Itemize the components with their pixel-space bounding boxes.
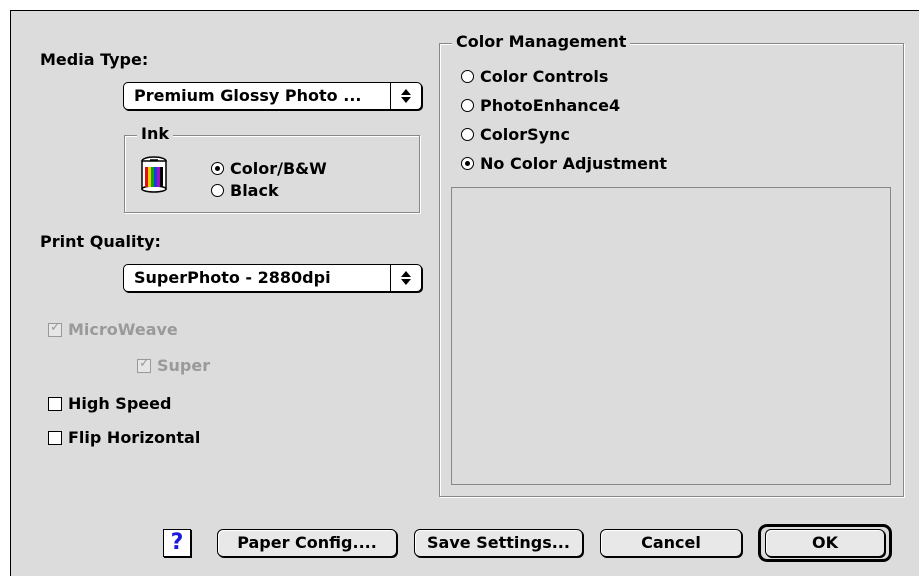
save-settings-button[interactable]: Save Settings...	[414, 529, 583, 557]
help-button[interactable]: ?	[163, 529, 191, 557]
print-quality-popup[interactable]: SuperPhoto - 2880dpi	[123, 264, 422, 292]
microweave-label: MicroWeave	[68, 320, 178, 339]
checkbox-unchecked-icon	[48, 431, 62, 445]
radio-unselected-icon	[461, 99, 474, 112]
popup-arrows-icon	[390, 265, 421, 291]
media-type-value: Premium Glossy Photo ...	[134, 86, 362, 105]
colorsync-label: ColorSync	[480, 125, 570, 144]
radio-unselected-icon	[461, 128, 474, 141]
ink-black-label: Black	[230, 181, 279, 200]
popup-arrows-icon	[390, 83, 421, 109]
print-quality-label: Print Quality:	[40, 232, 161, 251]
cancel-button[interactable]: Cancel	[600, 529, 742, 557]
paper-config-button[interactable]: Paper Config....	[217, 529, 397, 557]
radio-unselected-icon	[211, 184, 224, 197]
color-settings-panel	[451, 187, 891, 485]
color-controls-radio[interactable]: Color Controls	[461, 67, 608, 86]
ink-color-label: Color/B&W	[230, 159, 327, 178]
super-checkbox[interactable]: Super	[137, 356, 210, 375]
flip-horizontal-checkbox[interactable]: Flip Horizontal	[48, 428, 200, 447]
radio-selected-icon	[461, 157, 474, 170]
photoenhance-label: PhotoEnhance4	[480, 96, 621, 115]
print-quality-value: SuperPhoto - 2880dpi	[134, 268, 331, 287]
flip-horizontal-label: Flip Horizontal	[68, 428, 201, 447]
microweave-checkbox[interactable]: MicroWeave	[48, 320, 178, 339]
media-type-label: Media Type:	[40, 50, 149, 69]
high-speed-checkbox[interactable]: High Speed	[48, 394, 171, 413]
radio-selected-icon	[211, 162, 224, 175]
print-dialog: Media Type: Premium Glossy Photo ... Ink…	[10, 10, 919, 576]
color-management-title: Color Management	[452, 32, 631, 51]
color-controls-label: Color Controls	[480, 67, 609, 86]
ok-button[interactable]: OK	[765, 529, 885, 557]
ink-color-radio[interactable]: Color/B&W	[211, 159, 327, 178]
radio-unselected-icon	[461, 70, 474, 83]
ink-group-title: Ink	[137, 124, 173, 143]
ink-black-radio[interactable]: Black	[211, 181, 279, 200]
checkbox-unchecked-icon	[48, 397, 62, 411]
high-speed-label: High Speed	[68, 394, 172, 413]
media-type-popup[interactable]: Premium Glossy Photo ...	[123, 82, 422, 110]
super-label: Super	[157, 356, 211, 375]
ink-cartridge-icon	[140, 155, 168, 193]
photoenhance-radio[interactable]: PhotoEnhance4	[461, 96, 620, 115]
no-color-adjustment-label: No Color Adjustment	[480, 154, 668, 173]
colorsync-radio[interactable]: ColorSync	[461, 125, 570, 144]
checkbox-checked-icon	[48, 320, 62, 337]
no-color-adjustment-radio[interactable]: No Color Adjustment	[461, 154, 667, 173]
checkbox-checked-icon	[137, 356, 151, 373]
